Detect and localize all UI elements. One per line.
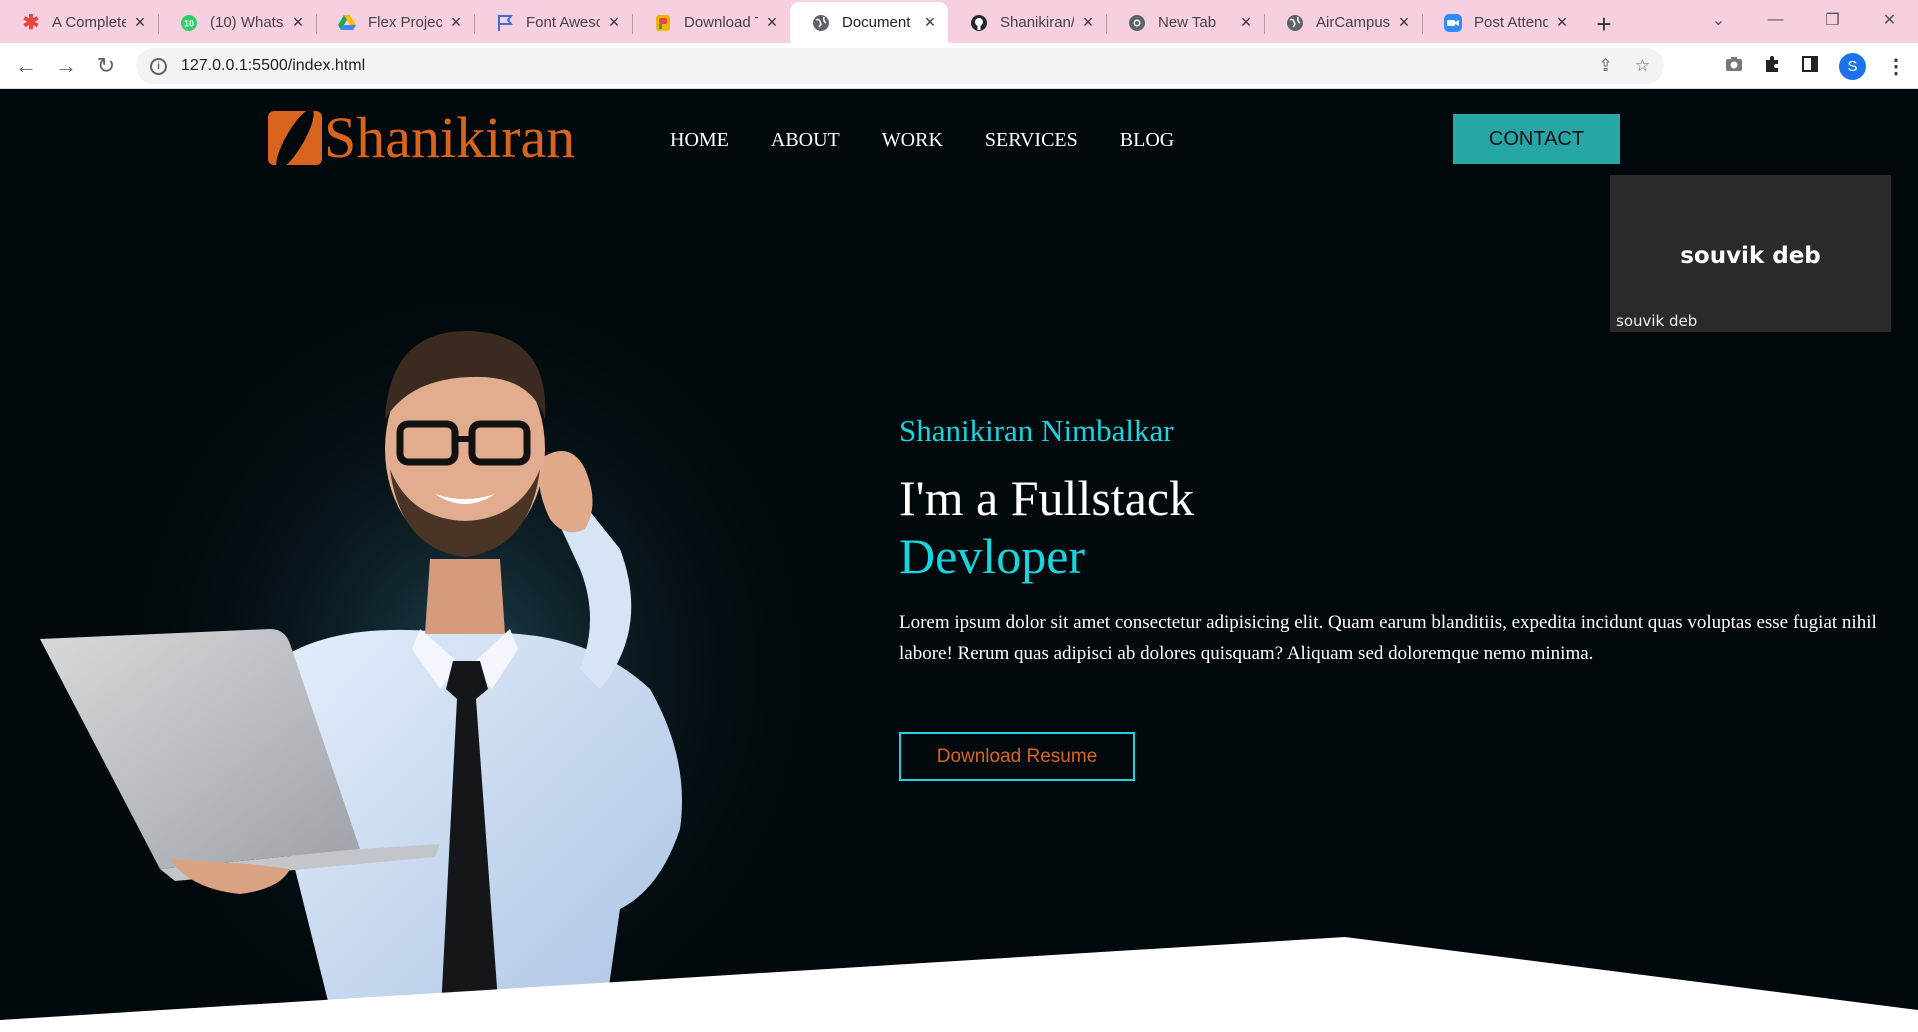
hero-section: Shanikiran Nimbalkar I'm a Fullstack Dev… xyxy=(899,413,1889,781)
close-icon[interactable]: × xyxy=(922,12,938,33)
restore-icon[interactable]: ❐ xyxy=(1804,10,1861,30)
hero-name: Shanikiran Nimbalkar xyxy=(899,413,1174,448)
side-panel-icon[interactable] xyxy=(1801,55,1819,78)
github-icon xyxy=(970,14,988,32)
nav-about[interactable]: ABOUT xyxy=(771,129,840,152)
contact-button[interactable]: CONTACT xyxy=(1453,114,1620,164)
globe-icon xyxy=(812,14,830,32)
chrome-icon xyxy=(1128,14,1146,32)
tab-search-icon[interactable]: ⌄ xyxy=(1690,10,1747,30)
tab-title: A Complete xyxy=(52,14,126,31)
tab-7[interactable]: New Tab × xyxy=(1106,4,1264,41)
close-icon[interactable]: × xyxy=(1554,12,1570,33)
profile-avatar[interactable]: S xyxy=(1839,53,1866,80)
close-icon[interactable]: × xyxy=(764,12,780,33)
nav-home[interactable]: HOME xyxy=(670,129,729,152)
tab-title: AirCampus xyxy=(1316,14,1390,31)
zoom-icon xyxy=(1444,13,1462,32)
google-drive-icon xyxy=(338,14,356,32)
camera-icon[interactable] xyxy=(1725,56,1743,77)
address-bar: ← → ↻ i 127.0.0.1:5500/index.html ⇪ ☆ S … xyxy=(0,43,1918,89)
logo-text: Shanikiran xyxy=(324,105,576,170)
share-icon[interactable]: ⇪ xyxy=(1599,56,1613,76)
tab-title: Post Attend xyxy=(1474,14,1548,31)
hero-description: Lorem ipsum dolor sit amet consectetur a… xyxy=(899,612,1877,664)
nav-blog[interactable]: BLOG xyxy=(1120,129,1174,152)
close-icon[interactable]: × xyxy=(1396,12,1412,33)
tab-1[interactable]: 10 (10) WhatsA × xyxy=(158,4,316,41)
bookmark-star-icon[interactable]: ☆ xyxy=(1635,56,1650,76)
forward-icon[interactable]: → xyxy=(46,53,86,79)
menu-kebab-icon[interactable]: ⋮ xyxy=(1886,54,1906,79)
leaf-logo-icon xyxy=(268,111,322,165)
portfolio-page: Shanikiran HOME ABOUT WORK SERVICES BLOG… xyxy=(0,89,1918,1032)
tab-title: Font Aweso xyxy=(526,14,600,31)
tab-3[interactable]: Font Aweso × xyxy=(474,4,632,41)
tab-8[interactable]: AirCampus × xyxy=(1264,4,1422,41)
extensions-icon[interactable] xyxy=(1763,55,1781,78)
video-call-overlay[interactable]: souvik deb souvik deb xyxy=(1610,175,1891,332)
nav-services[interactable]: SERVICES xyxy=(985,129,1078,152)
tab-strip: ✱ A Complete × 10 (10) WhatsA × Flex Pro… xyxy=(0,0,1918,43)
hero-title: I'm a Fullstack xyxy=(899,470,1195,526)
tab-6[interactable]: Shanikiran/ × xyxy=(948,4,1106,41)
back-icon[interactable]: ← xyxy=(6,53,46,79)
close-icon[interactable]: × xyxy=(132,12,148,33)
close-window-icon[interactable]: ✕ xyxy=(1861,10,1918,30)
omnibox[interactable]: i 127.0.0.1:5500/index.html ⇪ ☆ xyxy=(136,48,1664,84)
info-icon[interactable]: i xyxy=(150,57,167,75)
tab-title: Flex Project xyxy=(368,14,442,31)
new-tab-button[interactable]: + xyxy=(1584,6,1624,43)
tab-0[interactable]: ✱ A Complete × xyxy=(0,4,158,41)
main-nav: HOME ABOUT WORK SERVICES BLOG xyxy=(670,129,1174,152)
tab-title: Document xyxy=(842,14,911,31)
tab-title: (10) WhatsA xyxy=(210,14,284,31)
flag-icon xyxy=(496,14,514,32)
site-logo[interactable]: Shanikiran xyxy=(268,109,575,167)
window-controls: ⌄ — ❐ ✕ xyxy=(1690,0,1918,40)
url-text[interactable]: 127.0.0.1:5500/index.html xyxy=(181,57,365,75)
close-icon[interactable]: × xyxy=(290,12,306,33)
hero-role: Devloper xyxy=(899,528,1086,584)
whatsapp-icon: 10 xyxy=(180,14,198,32)
tab-title: New Tab xyxy=(1158,14,1217,31)
svg-text:10: 10 xyxy=(184,18,194,28)
nav-work[interactable]: WORK xyxy=(882,129,943,152)
participant-caption: souvik deb xyxy=(1616,312,1698,330)
globe-icon xyxy=(1286,14,1304,32)
close-icon[interactable]: × xyxy=(1238,12,1254,33)
minimize-icon[interactable]: — xyxy=(1747,11,1804,29)
download-resume-button[interactable]: Download Resume xyxy=(899,732,1135,781)
section-divider xyxy=(0,937,1918,1032)
tab-9[interactable]: Post Attend × xyxy=(1422,4,1580,41)
tab-2[interactable]: Flex Project × xyxy=(316,4,474,41)
freepik-icon xyxy=(654,14,672,32)
tab-4[interactable]: Download T × xyxy=(632,4,790,41)
close-icon[interactable]: × xyxy=(606,12,622,33)
tab-title: Download T xyxy=(684,14,758,31)
close-icon[interactable]: × xyxy=(1080,12,1096,33)
participant-name: souvik deb xyxy=(1680,243,1821,269)
asterisk-icon: ✱ xyxy=(22,12,40,34)
reload-icon[interactable]: ↻ xyxy=(86,53,126,79)
close-icon[interactable]: × xyxy=(448,12,464,33)
tab-5[interactable]: Document × xyxy=(790,2,948,43)
tab-title: Shanikiran/ xyxy=(1000,14,1074,31)
